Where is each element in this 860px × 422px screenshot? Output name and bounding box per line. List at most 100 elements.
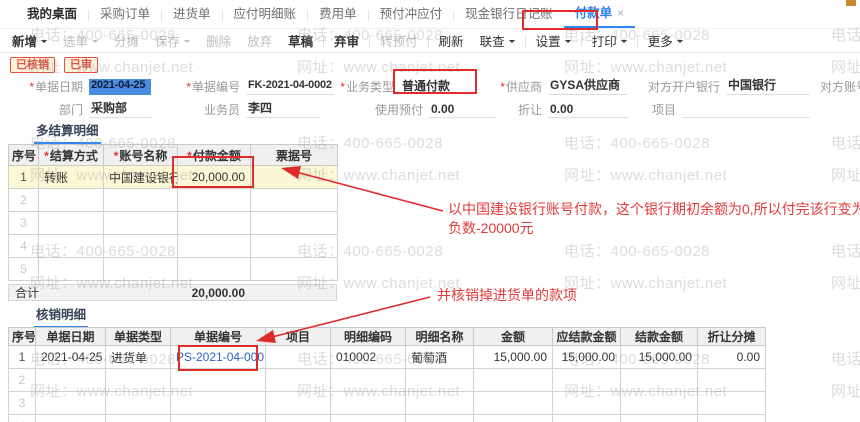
col-amount: 金额 [473,327,553,346]
discard-label: 放弃 [247,35,273,49]
discount-label: 折让 [517,103,542,117]
empty-cell[interactable] [38,234,104,258]
select-doc-button[interactable]: 选单 [63,31,99,50]
allocate-button[interactable]: 分摊 [114,31,139,50]
notification-icon[interactable] [846,0,856,6]
linked-query-button[interactable]: 联查 [480,31,515,50]
doc-number-value[interactable]: FK-2021-04-0002 [246,79,334,95]
chevron-down-icon [92,39,99,46]
empty-cell[interactable] [250,188,338,212]
more-button[interactable]: 更多 [648,31,683,50]
empty-cell [552,391,621,415]
empty-cell[interactable] [38,188,104,212]
tab-payable-ledger[interactable]: 应付明细账 [223,3,308,28]
doc-date-value[interactable]: 2021-04-25 [89,79,151,95]
close-icon[interactable]: × [617,2,624,25]
col-settled-amount: 结款金额 [620,327,698,346]
counterparty-bank-value[interactable]: 中国银行 [726,76,810,95]
row-number: 3 [8,391,36,415]
print-button[interactable]: 打印 [592,31,627,50]
tab-expense-voucher[interactable]: 费用单 [308,3,368,28]
empty-cell [405,414,474,422]
writeoff-empty-row: 3 [8,391,766,415]
unaudit-button[interactable]: 弃审 [334,31,359,50]
discount-value[interactable]: 0.00 [548,102,628,118]
settlement-empty-row: 5 [8,257,338,281]
project-value[interactable] [682,102,810,118]
row-number: 5 [8,257,39,281]
empty-cell[interactable] [177,188,251,212]
draft-button[interactable]: 草稿 [288,31,313,50]
chevron-down-icon [41,39,48,46]
watermark-phone: 电话：400-665-0028 [564,243,710,260]
empty-cell[interactable] [38,257,104,281]
to-prepay-button[interactable]: 转预付 [380,31,418,50]
empty-cell[interactable] [103,211,178,235]
discard-button[interactable]: 放弃 [247,31,272,50]
empty-cell[interactable] [250,211,338,235]
empty-cell[interactable] [177,211,251,235]
empty-cell [620,368,698,392]
settle-method-cell[interactable]: 转账 [38,165,104,189]
toolbar-divider [427,34,429,47]
empty-cell[interactable] [177,257,251,281]
refresh-button[interactable]: 刷新 [439,31,464,50]
tab-my-desktop[interactable]: 我的桌面 [16,3,88,28]
tab-prepay-offset[interactable]: 预付冲应付 [369,3,454,28]
empty-cell [552,414,621,422]
watermark-site: 网址：www.chanjet.net [831,383,860,400]
toolbar-divider [524,34,526,47]
tab-goods-receipt[interactable]: 进货单 [162,3,222,28]
save-button[interactable]: 保存 [155,31,191,50]
annotation-note-bank: 以中国建设银行账号付款，这个银行期初余额为0,所以付完该行变为 负数-20000… [448,200,860,238]
project-label: 项目 [651,103,676,117]
empty-cell [405,391,474,415]
department-value[interactable]: 采购部 [89,99,151,118]
doc-number-label: *单据编号 [186,80,240,94]
annotation-note-bank-line1: 以中国建设银行账号付款，这个银行期初余额为0,所以付完该行变为 [448,201,860,217]
settings-button[interactable]: 设置 [536,31,571,50]
writeoff-row-1[interactable]: 1 2021-04-25 进货单 PS-2021-04-0001 010002 … [8,345,766,369]
empty-cell[interactable] [250,257,338,281]
empty-cell[interactable] [250,234,338,258]
watermark-site: 网址：www.chanjet.net [831,167,860,184]
clerk-value[interactable]: 李四 [246,99,320,118]
empty-cell [405,368,474,392]
detail-code-cell: 010002 [330,345,406,369]
bill-number-cell[interactable] [250,165,338,189]
toolbar-divider [580,34,582,47]
empty-cell[interactable] [103,234,178,258]
watermark-site: 网址：www.chanjet.net [564,275,728,292]
amount-cell: 15,000.00 [473,345,553,369]
col-seq: 序号 [8,144,39,166]
empty-cell [473,414,553,422]
add-button[interactable]: 新增 [12,31,48,50]
empty-cell [105,368,171,392]
tab-purchase-order[interactable]: 采购订单 [89,3,161,28]
col-discount-alloc: 折让分摊 [697,327,766,346]
field-discount: 折让 0.00 [492,100,628,118]
empty-cell [330,391,406,415]
watermark-site: 网址：www.chanjet.net [564,167,728,184]
tab-writeoff-detail[interactable]: 核销明细 [34,304,89,328]
empty-cell [265,391,331,415]
empty-cell [473,391,553,415]
prepay-used-label: 使用预付 [374,103,423,117]
col-account-name: *账号名称 [103,144,178,166]
empty-cell[interactable] [177,234,251,258]
field-counterparty-account: 对方账号 [818,77,860,95]
doc-date-cell: 2021-04-25 [35,345,106,369]
watermark-site: 网址：www.chanjet.net [831,59,860,76]
delete-button[interactable]: 删除 [206,31,231,50]
select-doc-label: 选单 [63,35,89,49]
empty-cell [330,414,406,422]
prepay-used-value[interactable]: 0.00 [429,102,495,118]
empty-cell[interactable] [38,211,104,235]
empty-cell[interactable] [103,257,178,281]
watermark-site: 网址：www.chanjet.net [564,59,728,76]
tab-settlement-detail[interactable]: 多结算明细 [34,120,101,144]
empty-cell[interactable] [103,188,178,212]
account-name-cell[interactable]: 中国建设银行 [103,165,178,189]
col-detail-code: 明细编码 [330,327,406,346]
supplier-value[interactable]: GYSA供应商 [548,76,628,95]
